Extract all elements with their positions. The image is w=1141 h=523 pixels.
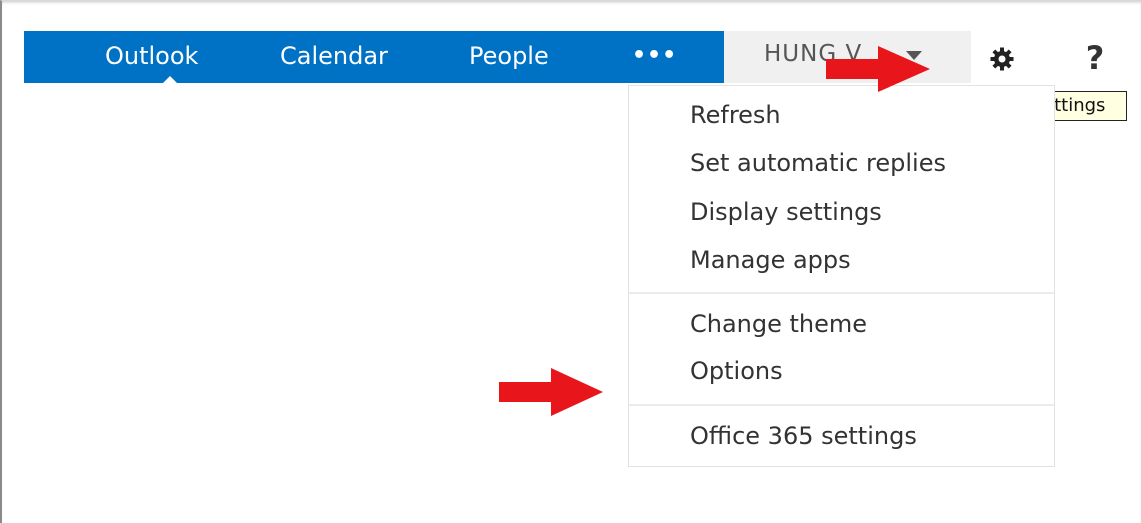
- menu-item-change-theme[interactable]: Change theme: [690, 304, 867, 344]
- menu-item-manage-apps[interactable]: Manage apps: [690, 240, 851, 280]
- nav-outlook[interactable]: Outlook: [105, 39, 198, 73]
- active-tab-indicator: [162, 76, 178, 84]
- gear-icon: [990, 47, 1014, 71]
- menu-item-display-settings[interactable]: Display settings: [690, 192, 882, 232]
- menu-divider: [629, 292, 1054, 294]
- annotation-arrow-icon: [499, 368, 603, 416]
- menu-divider: [629, 404, 1054, 406]
- menu-item-set-automatic-replies[interactable]: Set automatic replies: [690, 143, 946, 183]
- nav-people[interactable]: People: [469, 39, 549, 73]
- menu-item-refresh[interactable]: Refresh: [690, 95, 781, 135]
- menu-item-office-365-settings[interactable]: Office 365 settings: [690, 416, 917, 456]
- screenshot-frame: Outlook Calendar People ••• HUNG V ? Set…: [0, 0, 1141, 523]
- settings-dropdown-menu: Refresh Set automatic replies Display se…: [628, 85, 1055, 467]
- annotation-arrow-icon: [826, 46, 930, 92]
- help-button[interactable]: ?: [1070, 35, 1120, 81]
- nav-calendar[interactable]: Calendar: [280, 39, 388, 73]
- settings-button[interactable]: [978, 37, 1028, 81]
- menu-item-options[interactable]: Options: [690, 351, 783, 391]
- nav-more-button[interactable]: •••: [632, 39, 677, 73]
